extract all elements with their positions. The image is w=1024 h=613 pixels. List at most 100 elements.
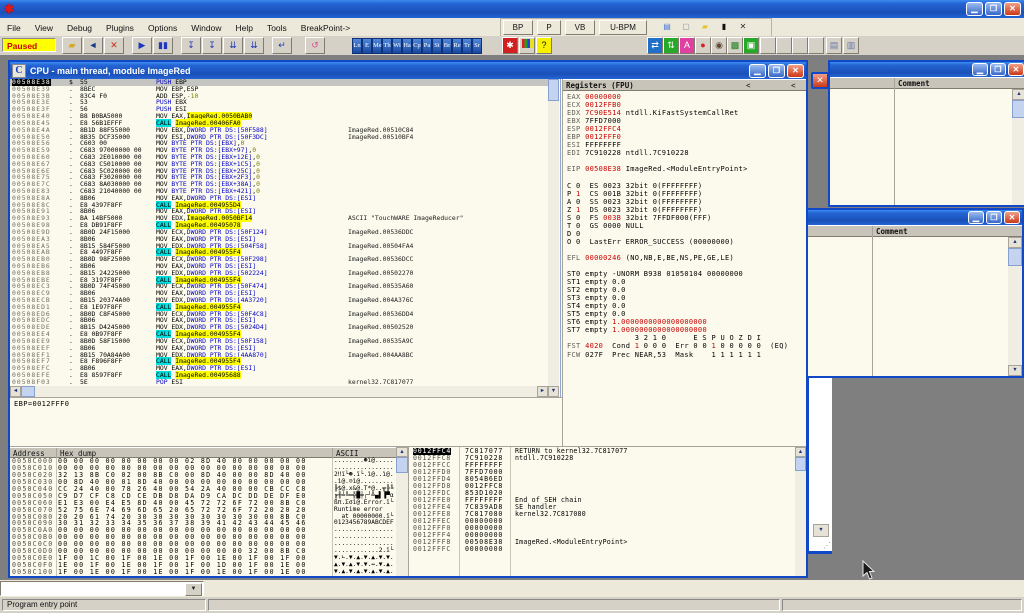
register-line[interactable]: O 0 LastErr ERROR_SUCCESS (00000000) (563, 238, 806, 246)
toolbar-letter-button-th[interactable]: Th (382, 38, 392, 54)
layout-b-icon[interactable]: ▥ (843, 37, 859, 54)
column-header[interactable]: Comment (830, 77, 1024, 89)
minimize-button[interactable]: ▁ (968, 211, 984, 224)
register-line[interactable]: T 0 GS 0000 NULL (563, 222, 806, 230)
close-icon[interactable]: ✕ (1008, 63, 1024, 76)
register-line[interactable]: EAX 00000000 (563, 93, 806, 101)
prev-registers-icon[interactable]: < (746, 81, 751, 90)
minimize-button[interactable]: ▁ (972, 63, 988, 76)
console-icon[interactable]: ▮ (716, 20, 732, 35)
register-line[interactable]: EIP 00508E38 ImageRed.<ModuleEntryPoint> (563, 165, 806, 173)
disassembly-pane[interactable]: 00508E38$55PUSH EBP00508E39.8BECMOV EBP,… (10, 79, 548, 386)
menu-item-plugins[interactable]: Plugins (99, 20, 141, 33)
registers-pane[interactable]: Registers (FPU) < < EAX 00000000ECX 0012… (562, 79, 806, 446)
register-line[interactable]: ESI FFFFFFFF (563, 141, 806, 149)
swap-icon[interactable]: ⇄ (647, 37, 663, 54)
chevron-down-icon[interactable]: ▼ (185, 583, 202, 596)
help-icon[interactable]: ? (536, 37, 552, 54)
register-line[interactable]: ECX 0012FFB0 (563, 101, 806, 109)
register-line[interactable] (563, 246, 806, 254)
scrollbar[interactable]: ▲ ▼ (1008, 237, 1022, 376)
register-line[interactable] (563, 262, 806, 270)
toolbar-letter-button-sr[interactable]: Sr (472, 38, 482, 54)
restart-icon[interactable]: ◄ (83, 37, 103, 54)
toolbar-letter-button-pa[interactable]: Pa (422, 38, 432, 54)
menu-item-tools[interactable]: Tools (260, 20, 294, 33)
register-line[interactable]: EDI 7C910228 ntdll.7C910228 (563, 149, 806, 157)
pause-icon[interactable]: ▮▮ (153, 37, 173, 54)
maximize-button[interactable]: ❐ (986, 211, 1002, 224)
menu-item-options[interactable]: Options (141, 20, 184, 33)
register-line[interactable]: ST4 empty 0.0 (563, 302, 806, 310)
layout-a-icon[interactable]: ▤ (826, 37, 842, 54)
toolbar-letter-button-wi[interactable]: Wi (392, 38, 402, 54)
updown-icon[interactable]: ⇅ (663, 37, 679, 54)
register-line[interactable] (563, 157, 806, 165)
bp-toolbar-button-ubpm[interactable]: U-BPM (599, 20, 647, 35)
register-line[interactable]: D 0 (563, 230, 806, 238)
minimize-button[interactable]: ▁ (966, 2, 983, 16)
options-gear-icon[interactable]: ✱ (502, 37, 518, 54)
menu-item-help[interactable]: Help (228, 20, 259, 33)
trace-over-icon[interactable]: ⇊ (244, 37, 264, 54)
disassembly-vscrollbar[interactable]: ▼ (548, 79, 559, 397)
minimize-button[interactable]: ▁ (749, 64, 766, 78)
register-line[interactable] (563, 173, 806, 181)
register-line[interactable]: ST6 empty 1.0000000000000000000 (563, 318, 806, 326)
toolbar-letter-button-ln[interactable]: Ln (352, 38, 362, 54)
blank-button-3[interactable] (792, 37, 808, 54)
register-line[interactable]: EDX 7C90E514 ntdll.KiFastSystemCallRet (563, 109, 806, 117)
resize-grip[interactable]: ⋰ (823, 541, 831, 550)
blank-button-1[interactable] (760, 37, 776, 54)
disasm-row[interactable]: 00508F03.5EPOP ESIkernel32.7C817077 (10, 379, 548, 386)
menu-item-file[interactable]: File (0, 20, 28, 33)
trace-spiral-icon[interactable]: ◉ (711, 37, 727, 54)
register-line[interactable]: Z 1 DS 0023 32bit 0(FFFFFFFF) (563, 206, 806, 214)
register-line[interactable]: ESP 0012FFC4 (563, 125, 806, 133)
close-icon[interactable]: ✕ (787, 64, 804, 78)
disasm-row[interactable]: 00508E3B.83C4 F0ADD ESP,-10 (10, 93, 548, 100)
register-line[interactable]: ST2 empty 0.0 (563, 286, 806, 294)
hidden-window-close-icon[interactable]: ✕ (811, 72, 829, 89)
bp-toolbar-button-p[interactable]: P (537, 20, 561, 35)
stack-row[interactable]: 0012FFFC00000000 (409, 546, 795, 553)
register-line[interactable]: 3 2 1 0 E S P U O Z D I (563, 334, 806, 342)
info-pane[interactable]: EBP=0012FFF0 (10, 397, 562, 446)
close-toolbar-icon[interactable]: ✕ (735, 20, 751, 35)
register-line[interactable]: FST 4020 Cond 1 0 0 0 Err 0 0 1 0 0 0 0 … (563, 342, 806, 350)
blank-button-2[interactable] (776, 37, 792, 54)
register-line[interactable]: ST0 empty -UNORM B938 01050104 00000000 (563, 270, 806, 278)
register-line[interactable]: C 0 ES 0023 32bit 0(FFFFFFFF) (563, 182, 806, 190)
menu-item-window[interactable]: Window (184, 20, 228, 33)
step-over-icon[interactable]: ↧ (202, 37, 222, 54)
patch-icon[interactable]: ▩ (727, 37, 743, 54)
document-icon[interactable]: ▢ (678, 20, 694, 35)
toolbar-letter-button-re[interactable]: Re (452, 38, 462, 54)
window-icon[interactable]: ▣ (743, 37, 759, 54)
restore-button[interactable]: ❐ (985, 2, 1002, 16)
appearance-colors-icon[interactable] (519, 37, 535, 54)
disasm-row[interactable]: 00508EFE.E8 8597F8FFCALL ImageRed.004956… (10, 372, 548, 379)
scrollbar[interactable]: ▲ (1012, 89, 1024, 205)
dump-scrollbar[interactable]: ▲ (396, 447, 408, 576)
register-line[interactable]: P 1 CS 001B 32bit 0(FFFFFFFF) (563, 190, 806, 198)
register-line[interactable]: FCW 027F Prec NEAR,53 Mask 1 1 1 1 1 1 (563, 351, 806, 359)
toolbar-letter-button-tr[interactable]: Tr (462, 38, 472, 54)
column-header[interactable]: Comment (808, 225, 1022, 237)
dump-pane[interactable]: Address Hex dump ASCII 0050C00000 00 00 … (10, 447, 408, 576)
side-window-middle-body[interactable] (808, 237, 1006, 376)
register-line[interactable]: ST5 empty 0.0 (563, 310, 806, 318)
blank-button-4[interactable] (808, 37, 824, 54)
toolbar-letter-button-me[interactable]: Me (372, 38, 382, 54)
run-icon[interactable]: ▶ (132, 37, 152, 54)
maximize-button[interactable]: ❐ (990, 63, 1006, 76)
toolbar-letter-button-st[interactable]: St (432, 38, 442, 54)
register-line[interactable]: EBP 0012FFF0 (563, 133, 806, 141)
register-line[interactable]: ST1 empty 0.0 (563, 278, 806, 286)
scroll-down-icon[interactable]: ▼ (813, 524, 829, 537)
side-window-top-body[interactable] (830, 89, 1010, 205)
register-line[interactable]: A 0 SS 0023 32bit 0(FFFFFFFF) (563, 198, 806, 206)
menu-item-view[interactable]: View (28, 20, 60, 33)
close-icon[interactable]: ✕ (1004, 211, 1020, 224)
command-combobox[interactable]: ▼ (0, 581, 204, 596)
